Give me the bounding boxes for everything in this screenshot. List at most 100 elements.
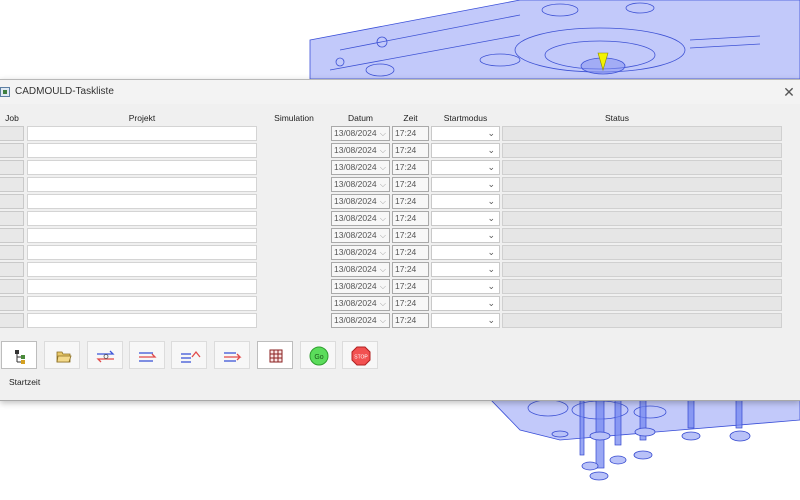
stop-icon: STOP: [351, 346, 371, 366]
arrow-right-list-icon: [224, 352, 242, 362]
zeit-field[interactable]: 17:24: [392, 228, 429, 243]
chevron-down-icon: ⌄: [487, 247, 495, 257]
projekt-field[interactable]: [27, 211, 257, 226]
job-cell[interactable]: [0, 228, 24, 243]
zeit-value: 17:24: [395, 213, 417, 223]
swap-arrows-icon: [96, 350, 115, 363]
zeit-field[interactable]: 17:24: [392, 160, 429, 175]
projekt-field[interactable]: [27, 313, 257, 328]
datum-picker[interactable]: 13/08/2024 ⌵: [331, 126, 390, 141]
status-cell: [502, 160, 782, 175]
header-simulation: Simulation: [274, 113, 314, 123]
table-row: 13/08/2024 ⌵ 17:24 ⌄: [0, 160, 800, 177]
table-row: 13/08/2024 ⌵ 17:24 ⌄: [0, 211, 800, 228]
startmodus-select[interactable]: ⌄: [431, 211, 500, 226]
startmodus-select[interactable]: ⌄: [431, 228, 500, 243]
zeit-value: 17:24: [395, 145, 417, 155]
datum-picker[interactable]: 13/08/2024 ⌵: [331, 313, 390, 328]
datum-picker[interactable]: 13/08/2024 ⌵: [331, 228, 390, 243]
datum-picker[interactable]: 13/08/2024 ⌵: [331, 262, 390, 277]
startmodus-select[interactable]: ⌄: [431, 262, 500, 277]
datum-picker[interactable]: 13/08/2024 ⌵: [331, 296, 390, 311]
datum-picker[interactable]: 13/08/2024 ⌵: [331, 143, 390, 158]
zeit-field[interactable]: 17:24: [392, 262, 429, 277]
projekt-field[interactable]: [27, 177, 257, 192]
datum-picker[interactable]: 13/08/2024 ⌵: [331, 279, 390, 294]
projekt-field[interactable]: [27, 296, 257, 311]
tree-structure-button[interactable]: [1, 341, 37, 369]
stop-button[interactable]: STOP: [342, 341, 378, 369]
datum-picker[interactable]: 13/08/2024 ⌵: [331, 160, 390, 175]
header-startmodus: Startmodus: [443, 113, 488, 123]
projekt-field[interactable]: [27, 194, 257, 209]
startmodus-select[interactable]: ⌄: [431, 194, 500, 209]
zeit-field[interactable]: 17:24: [392, 296, 429, 311]
chevron-down-icon: ⌵: [379, 231, 386, 240]
open-folder-button[interactable]: [44, 341, 80, 369]
startmodus-select[interactable]: ⌄: [431, 279, 500, 294]
chevron-down-icon: ⌵: [379, 146, 386, 155]
startmodus-select[interactable]: ⌄: [431, 296, 500, 311]
close-icon[interactable]: ✕: [778, 81, 800, 103]
zeit-field[interactable]: 17:24: [392, 211, 429, 226]
zeit-field[interactable]: 17:24: [392, 279, 429, 294]
status-cell: [502, 194, 782, 209]
job-cell[interactable]: [0, 279, 24, 294]
go-button[interactable]: Go: [300, 341, 336, 369]
chevron-down-icon: ⌄: [487, 213, 495, 223]
zeit-field[interactable]: 17:24: [392, 245, 429, 260]
table-row: 13/08/2024 ⌵ 17:24 ⌄: [0, 296, 800, 313]
job-cell[interactable]: [0, 194, 24, 209]
taskliste-window: CADMOULD-Taskliste ✕ Job Projekt Simulat…: [0, 79, 800, 401]
arrow-right-list-button[interactable]: [214, 341, 250, 369]
zeit-field[interactable]: 17:24: [392, 143, 429, 158]
datum-picker[interactable]: 13/08/2024 ⌵: [331, 194, 390, 209]
tree-structure-icon: [15, 350, 25, 364]
grid-table-button[interactable]: [257, 341, 293, 369]
zeit-field[interactable]: 17:24: [392, 177, 429, 192]
projekt-field[interactable]: [27, 245, 257, 260]
chevron-down-icon: ⌵: [379, 282, 386, 291]
swap-arrows-button[interactable]: [87, 341, 123, 369]
startmodus-select[interactable]: ⌄: [431, 126, 500, 141]
stop-label: STOP: [354, 355, 368, 361]
status-cell: [502, 262, 782, 277]
window-title: CADMOULD-Taskliste: [15, 86, 114, 97]
datum-picker[interactable]: 13/08/2024 ⌵: [331, 177, 390, 192]
job-cell[interactable]: [0, 211, 24, 226]
datum-picker[interactable]: 13/08/2024 ⌵: [331, 211, 390, 226]
startmodus-select[interactable]: ⌄: [431, 143, 500, 158]
job-cell[interactable]: [0, 177, 24, 192]
startmodus-select[interactable]: ⌄: [431, 245, 500, 260]
table-row: 13/08/2024 ⌵ 17:24 ⌄: [0, 228, 800, 245]
chevron-down-icon: ⌄: [487, 264, 495, 274]
projekt-field[interactable]: [27, 262, 257, 277]
startmodus-select[interactable]: ⌄: [431, 313, 500, 328]
zeit-field[interactable]: 17:24: [392, 126, 429, 141]
projekt-field[interactable]: [27, 160, 257, 175]
job-cell[interactable]: [0, 126, 24, 141]
projekt-field[interactable]: [27, 126, 257, 141]
move-up-arrows-button[interactable]: [129, 341, 165, 369]
move-back-arrows-button[interactable]: [171, 341, 207, 369]
job-cell[interactable]: [0, 143, 24, 158]
job-cell[interactable]: [0, 245, 24, 260]
zeit-field[interactable]: 17:24: [392, 313, 429, 328]
job-cell[interactable]: [0, 160, 24, 175]
zeit-value: 17:24: [395, 179, 417, 189]
job-cell[interactable]: [0, 296, 24, 311]
table-row: 13/08/2024 ⌵ 17:24 ⌄: [0, 262, 800, 279]
projekt-field[interactable]: [27, 279, 257, 294]
chevron-down-icon: ⌵: [379, 299, 386, 308]
projekt-field[interactable]: [27, 143, 257, 158]
chevron-down-icon: ⌄: [487, 179, 495, 189]
datum-picker[interactable]: 13/08/2024 ⌵: [331, 245, 390, 260]
projekt-field[interactable]: [27, 228, 257, 243]
chevron-down-icon: ⌄: [487, 162, 495, 172]
go-label: Go: [314, 354, 323, 361]
zeit-field[interactable]: 17:24: [392, 194, 429, 209]
job-cell[interactable]: [0, 262, 24, 277]
startmodus-select[interactable]: ⌄: [431, 160, 500, 175]
startmodus-select[interactable]: ⌄: [431, 177, 500, 192]
job-cell[interactable]: [0, 313, 24, 328]
